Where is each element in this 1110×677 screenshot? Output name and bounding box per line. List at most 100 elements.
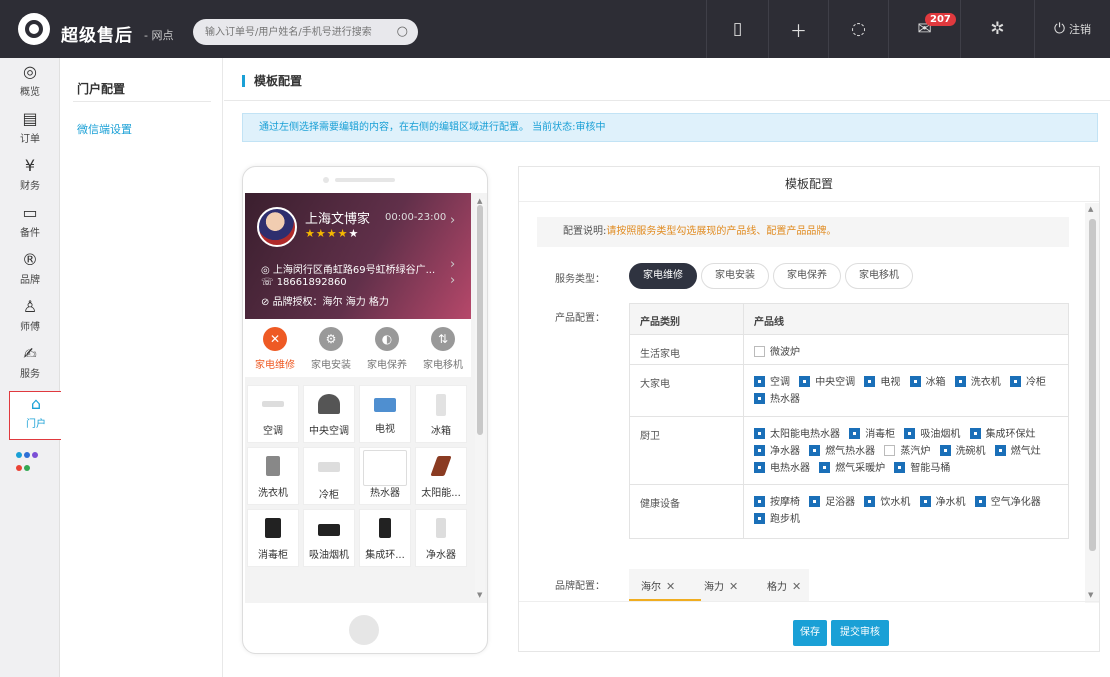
product-line-label: 蒸汽炉 <box>900 446 931 457</box>
product-tile[interactable]: 净水器 <box>415 509 467 567</box>
checkbox-icon <box>909 376 921 387</box>
tab-repair[interactable]: 家电维修 <box>629 263 697 289</box>
product-tile[interactable]: 太阳能... <box>415 447 467 505</box>
product-line-checkbox[interactable]: 按摩椅 <box>754 494 800 511</box>
product-line-checkbox[interactable]: 冰箱 <box>909 374 946 391</box>
submit-review-button[interactable]: 提交审核 <box>831 620 889 646</box>
product-line-checkbox[interactable]: 智能马桶 <box>894 460 950 477</box>
product-line-checkbox[interactable]: 洗碗机 <box>939 443 986 460</box>
product-line-checkbox[interactable]: 蒸汽炉 <box>884 443 930 460</box>
product-line-checkbox[interactable]: 跑步机 <box>754 511 800 528</box>
product-line-checkbox[interactable]: 热水器 <box>754 391 800 408</box>
product-line-checkbox[interactable]: 中央空调 <box>799 374 855 391</box>
service-label: 家电维修 <box>255 360 295 371</box>
product-tile[interactable]: 热水器 <box>359 447 411 505</box>
search-input[interactable] <box>193 19 383 45</box>
product-line-checkbox[interactable]: 电视 <box>864 374 900 391</box>
sidebar-item-service[interactable]: ✍ 服务 <box>0 345 60 381</box>
product-line-checkbox[interactable]: 燃气热水器 <box>809 443 875 460</box>
search-icon[interactable]: ○ <box>397 24 408 39</box>
scroll-up-icon[interactable]: ▲ <box>1088 205 1093 213</box>
brand-tags: 海尔 ✕ 海力 ✕ 格力 ✕ <box>629 569 809 601</box>
shop-header[interactable]: 上海文博家 00:00-23:00 › ★★★★★ ◎ 上海闵行区甬虹路69号虹… <box>245 193 471 319</box>
phone-scrollbar[interactable]: ▲ ▼ <box>475 197 485 599</box>
address-row[interactable]: ◎ 上海闵行区甬虹路69号虹桥绿谷广... <box>261 261 435 276</box>
tab-install[interactable]: 家电安装 <box>701 263 769 289</box>
product-tile[interactable]: 冷柜 <box>303 447 355 505</box>
tab-maintain[interactable]: 家电保养 <box>773 263 841 289</box>
product-line-checkbox[interactable]: 饮水机 <box>864 494 910 511</box>
service-install[interactable]: ⚙ 家电安装 <box>304 327 358 371</box>
scroll-down-icon[interactable]: ▼ <box>477 591 482 599</box>
logout-button[interactable]: ⏻ 注销 <box>1034 0 1110 58</box>
panel-scrollbar[interactable]: ▲ ▼ <box>1085 203 1099 603</box>
product-line-checkbox[interactable]: 净水机 <box>919 494 966 511</box>
chat-icon[interactable]: ◌ <box>828 0 888 58</box>
product-line-checkbox[interactable]: 洗衣机 <box>954 374 1001 391</box>
product-line-label: 空调 <box>770 377 790 388</box>
product-tile[interactable]: 中央空调 <box>303 385 355 443</box>
service-move[interactable]: ⇅ 家电移机 <box>416 327 470 371</box>
mail-button[interactable]: ✉ 207 <box>888 0 960 58</box>
brand-tag[interactable]: 海尔 ✕ <box>641 578 675 593</box>
product-line-checkbox[interactable]: 足浴器 <box>809 494 855 511</box>
product-line-checkbox[interactable]: 消毒柜 <box>849 426 895 443</box>
gear-icon[interactable]: ✲ <box>960 0 1034 58</box>
save-button[interactable]: 保存 <box>793 620 827 646</box>
product-line-checkbox[interactable]: 电热水器 <box>754 460 810 477</box>
order-icon: ▤ <box>22 109 38 128</box>
product-tile[interactable]: 冰箱 <box>415 385 467 443</box>
sidebar-item-finance[interactable]: ¥ 财务 <box>0 157 60 193</box>
product-line-checkbox[interactable]: 集成环保灶 <box>969 426 1036 443</box>
app-switcher[interactable] <box>16 448 52 474</box>
close-icon[interactable]: ✕ <box>792 580 801 593</box>
tab-move[interactable]: 家电移机 <box>845 263 913 289</box>
sidebar-item-brand[interactable]: ® 品牌 <box>0 251 60 287</box>
product-line-checkbox[interactable]: 太阳能电热水器 <box>754 426 840 443</box>
service-maintain[interactable]: ◐ 家电保养 <box>360 327 414 371</box>
sidebar-item-parts[interactable]: ▭ 备件 <box>0 204 60 240</box>
product-tile[interactable]: 电视 <box>359 385 411 443</box>
scroll-up-icon[interactable]: ▲ <box>477 197 482 205</box>
product-line-label: 净水器 <box>770 446 800 457</box>
rating-stars: ★★★★★ <box>305 227 359 240</box>
star-filled-icon: ★★★★ <box>305 227 349 240</box>
sidebar-item-portal[interactable]: ⌂ 门户 <box>9 391 63 440</box>
color-dot <box>32 452 38 458</box>
product-line-checkbox[interactable]: 空调 <box>754 374 790 391</box>
service-label: 家电保养 <box>367 360 407 371</box>
brand-tag[interactable]: 海力 ✕ <box>704 578 738 593</box>
product-line-checkbox[interactable]: 燃气灶 <box>994 443 1041 460</box>
close-icon[interactable]: ✕ <box>666 580 675 593</box>
brand-tag[interactable]: 格力 ✕ <box>767 578 801 593</box>
product-line-checkbox[interactable]: 燃气采暖炉 <box>819 460 885 477</box>
close-icon[interactable]: ✕ <box>729 580 738 593</box>
product-tile[interactable]: 消毒柜 <box>247 509 299 567</box>
product-tile[interactable]: 空调 <box>247 385 299 443</box>
product-tile[interactable]: 集成环... <box>359 509 411 567</box>
product-tile[interactable]: 洗衣机 <box>247 447 299 505</box>
scroll-down-icon[interactable]: ▼ <box>1088 591 1093 599</box>
checkbox-icon <box>754 428 765 439</box>
product-line-label: 洗碗机 <box>955 446 986 457</box>
sidebar-item-order[interactable]: ▤ 订单 <box>0 109 60 146</box>
app-logo-icon[interactable] <box>18 13 50 45</box>
shield-check-icon: ⊘ <box>261 297 273 308</box>
checkbox-icon <box>754 513 765 524</box>
product-line-checkbox[interactable]: 吸油烟机 <box>904 426 960 443</box>
sidebar-item-overview[interactable]: ◎ 概览 <box>0 63 60 99</box>
phone-row[interactable]: ☏ 18661892860 <box>261 277 347 288</box>
tablet-icon[interactable]: ▯ <box>706 0 768 58</box>
product-line-checkbox[interactable]: 微波炉 <box>754 344 800 361</box>
product-line-label: 电视 <box>880 377 901 388</box>
scroll-thumb[interactable] <box>1089 219 1096 551</box>
product-line-checkbox[interactable]: 空气净化器 <box>974 494 1041 511</box>
service-repair[interactable]: ✕ 家电维修 <box>248 327 302 371</box>
scroll-thumb[interactable] <box>477 205 483 435</box>
subnav-item-wechat[interactable]: 微信端设置 <box>77 121 132 137</box>
product-tile[interactable]: 吸油烟机 <box>303 509 355 567</box>
product-line-checkbox[interactable]: 净水器 <box>754 443 800 460</box>
product-line-checkbox[interactable]: 冷柜 <box>1009 374 1046 391</box>
sidebar-item-master[interactable]: ♙ 师傅 <box>0 298 60 334</box>
plus-icon[interactable]: ＋ <box>768 0 828 58</box>
